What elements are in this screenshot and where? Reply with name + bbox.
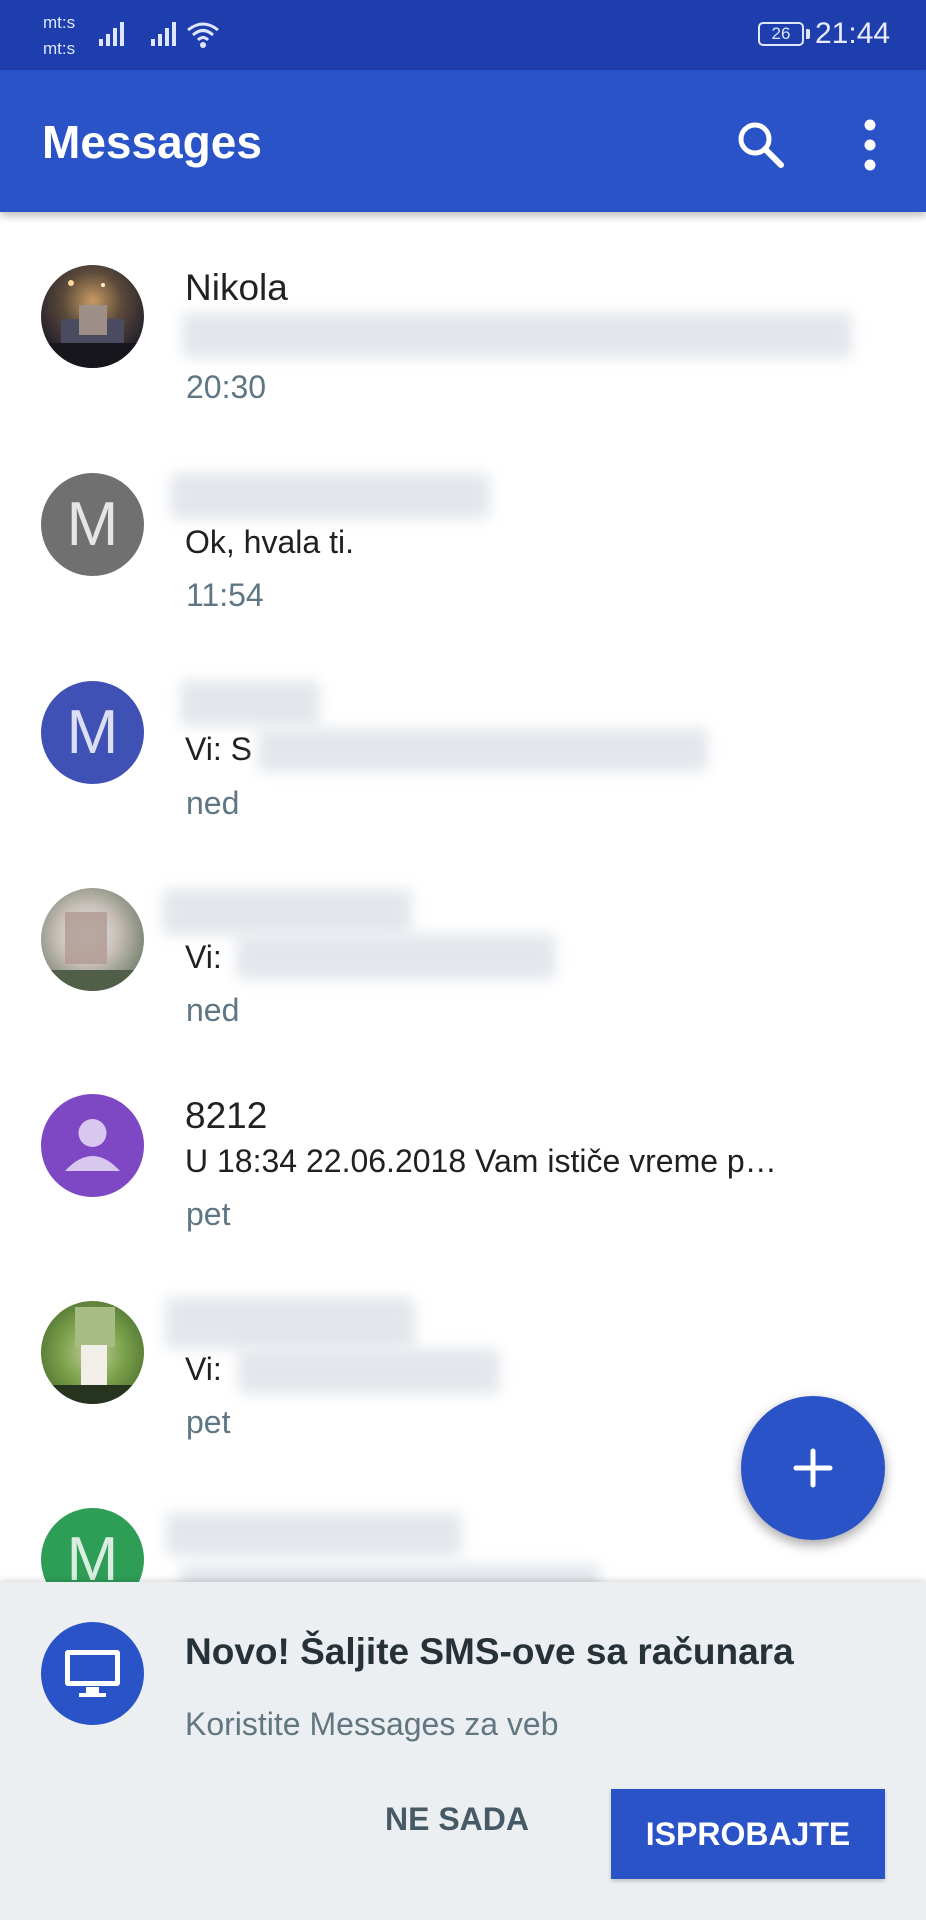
- more-vert-icon[interactable]: [846, 116, 894, 174]
- conversation-snippet: Vi:: [185, 939, 222, 975]
- signal-strength-icon: [151, 22, 176, 46]
- status-time: 21:44: [815, 17, 891, 50]
- avatar: [41, 265, 144, 368]
- battery-tip: [806, 29, 810, 39]
- redacted-name: [170, 473, 490, 519]
- conversation-snippet: Ok, hvala ti.: [185, 524, 354, 560]
- avatar-letter: M: [66, 698, 119, 767]
- conversation-item[interactable]: M Vi: S ned: [0, 626, 926, 833]
- conversation-time: ned: [186, 992, 240, 1028]
- conversation-item[interactable]: M Ok, hvala ti. 11:54: [0, 419, 926, 626]
- conversation-time: pet: [186, 1404, 231, 1440]
- redacted-snippet: [258, 728, 708, 772]
- avatar-letter: M: [66, 490, 119, 559]
- messages-for-web-promo: Novo! Šaljite SMS-ove sa računara Korist…: [0, 1582, 926, 1920]
- not-now-button[interactable]: NE SADA: [362, 1789, 552, 1849]
- try-button[interactable]: ISPROBAJTE: [611, 1789, 885, 1879]
- new-conversation-button[interactable]: [741, 1396, 885, 1540]
- conversation-snippet: Vi:: [185, 1351, 222, 1387]
- conversation-item[interactable]: Nikola 20:30: [0, 212, 926, 419]
- battery-level: 26: [771, 24, 791, 43]
- redacted-name: [162, 889, 412, 935]
- photo-icon: [41, 1307, 144, 1404]
- monitor-icon-circle: [41, 1622, 144, 1725]
- messages-screen: mt:s mt:s 26 21:44 Messages Nikola 20:30…: [0, 0, 926, 1920]
- carrier-label-sim1: mt:s: [43, 13, 76, 32]
- promo-title: Novo! Šaljite SMS-ove sa računara: [185, 1631, 794, 1672]
- redacted-name: [180, 680, 320, 726]
- redacted-snippet: [236, 934, 556, 980]
- avatar: [41, 1094, 144, 1197]
- person-icon: [65, 1119, 120, 1171]
- status-bar: mt:s mt:s 26 21:44: [0, 0, 926, 70]
- redacted-name: [165, 1297, 415, 1349]
- redacted-name: [166, 1512, 462, 1556]
- conversation-name: Nikola: [185, 267, 288, 308]
- app-bar: Messages: [0, 70, 926, 212]
- promo-subtitle: Koristite Messages za veb: [185, 1706, 559, 1742]
- battery-icon: 26: [758, 22, 804, 46]
- conversation-item[interactable]: Vi: ned: [0, 833, 926, 1040]
- wifi-icon: [187, 22, 219, 48]
- page-title: Messages: [42, 116, 262, 168]
- monitor-icon: [65, 1650, 120, 1697]
- conversation-snippet: Vi: S: [185, 731, 252, 767]
- photo-icon: [41, 912, 144, 991]
- avatar: M: [41, 473, 144, 576]
- avatar: M: [41, 681, 144, 784]
- signal-strength-icon: [99, 22, 124, 46]
- conversation-name: 8212: [185, 1095, 268, 1136]
- conversation-time: ned: [186, 785, 240, 821]
- search-icon[interactable]: [732, 116, 790, 174]
- conversation-item[interactable]: 8212 U 18:34 22.06.2018 Vam ističe vreme…: [0, 1040, 926, 1247]
- avatar: [41, 1301, 144, 1404]
- photo-icon: [41, 280, 144, 368]
- plus-icon: [793, 1448, 833, 1488]
- carrier-label-sim2: mt:s: [43, 39, 76, 58]
- conversation-time: 20:30: [186, 369, 267, 405]
- conversation-time: 11:54: [186, 577, 264, 613]
- conversation-snippet: U 18:34 22.06.2018 Vam ističe vreme p…: [185, 1143, 777, 1179]
- redacted-snippet: [182, 312, 852, 358]
- avatar: [41, 888, 144, 991]
- redacted-snippet: [238, 1348, 500, 1394]
- conversation-time: pet: [186, 1196, 231, 1232]
